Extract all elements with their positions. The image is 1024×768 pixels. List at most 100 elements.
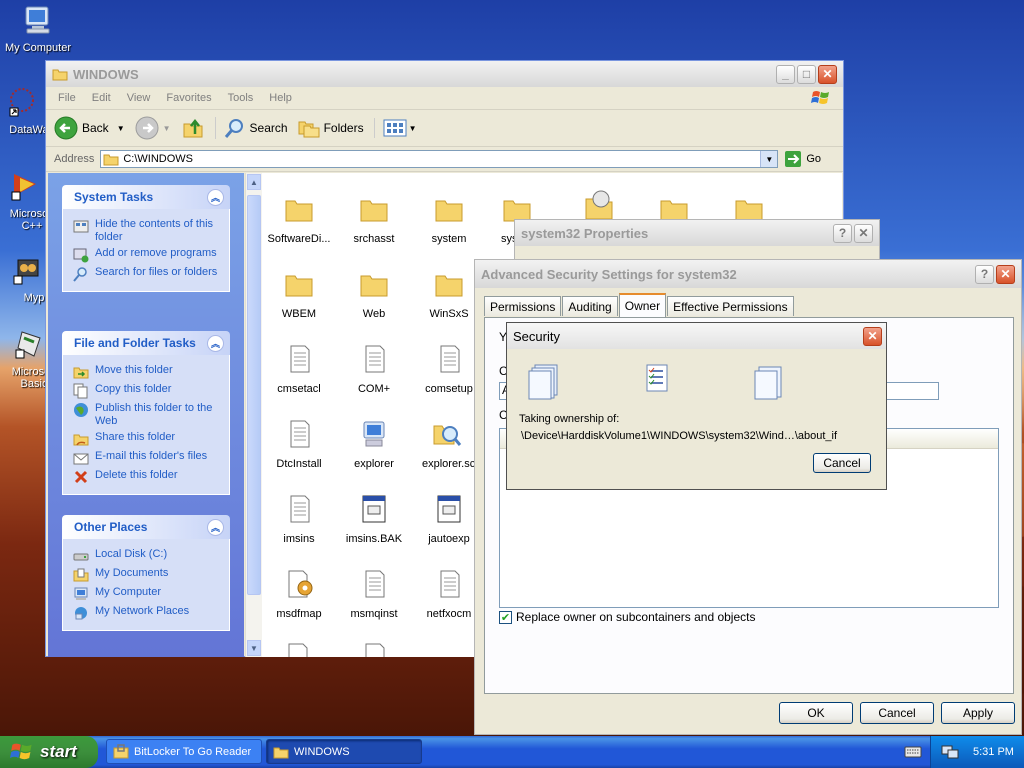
help-button[interactable]: ? [833,223,852,243]
place-local-disk[interactable]: Local Disk (C:) [73,548,219,564]
task-move-folder[interactable]: Move this folder [73,364,219,380]
task-publish-folder[interactable]: Publish this folder to the Web [73,402,219,428]
back-button[interactable]: Back ▼ [54,116,125,140]
task-email-files[interactable]: E-mail this folder's files [73,450,219,466]
add-remove-programs-icon [73,248,89,263]
file-item[interactable]: cmsetacl [262,343,336,395]
menu-view[interactable]: View [119,92,159,104]
menu-favorites[interactable]: Favorites [158,92,219,104]
address-input[interactable]: C:\WINDOWS ▼ [100,150,779,168]
folder-icon [285,275,313,297]
tab-owner[interactable]: Owner [618,293,667,317]
place-my-computer[interactable]: My Computer [73,586,219,602]
text-file-icon [290,420,310,448]
views-button[interactable]: ▼ [373,118,417,138]
file-item[interactable] [262,641,336,657]
file-item[interactable]: WBEM [262,268,336,320]
file-item[interactable]: Web [337,268,411,320]
task-hide-contents[interactable]: Hide the contents of this folder [73,218,219,244]
file-item[interactable]: msdfmap [262,568,336,620]
maximize-button[interactable]: □ [797,64,816,84]
file-item[interactable] [337,641,411,657]
permissions-list-icon [646,364,668,392]
close-button[interactable]: ✕ [818,64,837,84]
replace-owner-checkbox-row[interactable]: ✔ Replace owner on subcontainers and obj… [499,610,755,624]
task-delete-folder[interactable]: Delete this folder [73,469,219,485]
file-item[interactable]: DtcInstall [262,418,336,470]
folders-button[interactable]: Folders [298,118,364,138]
search-icon [224,119,243,138]
file-item[interactable]: imsins.BAK [337,493,411,545]
menu-help[interactable]: Help [261,92,300,104]
tab-permissions[interactable]: Permissions [484,296,562,316]
system-tasks-header[interactable]: System Tasks ︽ [62,185,230,209]
taskbar-item-windows[interactable]: WINDOWS [266,739,422,764]
menu-tools[interactable]: Tools [220,92,262,104]
advanced-security-titlebar[interactable]: Advanced Security Settings for system32 … [475,260,1021,288]
file-item[interactable]: msmqinst [337,568,411,620]
keyboard-icon[interactable] [904,745,922,759]
close-button[interactable]: ✕ [854,223,873,243]
security-titlebar[interactable]: Security ✕ [507,323,886,349]
forward-button[interactable]: ▼ [135,116,171,140]
my-computer-icon [74,587,88,600]
file-item[interactable]: system [412,193,486,245]
task-search-files[interactable]: Search for files or folders [73,266,219,282]
my-computer-icon [25,6,50,34]
security-dialog-body: Taking ownership of: \Device\HarddiskVol… [507,349,886,489]
ok-button[interactable]: OK [779,702,853,724]
folder-icon [435,275,463,297]
task-copy-folder[interactable]: Copy this folder [73,383,219,399]
security-dialog[interactable]: Security ✕ Taking ownership of: \Device\… [506,322,887,490]
menu-file[interactable]: File [50,92,84,104]
cancel-button[interactable]: Cancel [860,702,934,724]
file-item[interactable]: srchasst [337,193,411,245]
start-button[interactable]: start [0,736,98,768]
forward-dropdown-icon[interactable]: ▼ [163,124,171,133]
close-button[interactable]: ✕ [996,264,1015,284]
file-item[interactable]: imsins [262,493,336,545]
scrollbar-thumb[interactable] [247,195,261,595]
collapse-chevron-icon[interactable]: ︽ [207,518,224,536]
help-button[interactable]: ? [975,264,994,284]
apply-button[interactable]: Apply [941,702,1015,724]
properties-titlebar[interactable]: system32 Properties ? ✕ [515,220,879,246]
minimize-button[interactable]: _ [776,64,795,84]
network-icon[interactable] [941,744,959,760]
taskbar-item-bitlocker[interactable]: BitLocker To Go Reader [106,739,262,764]
clock[interactable]: 5:31 PM [973,746,1014,758]
tab-effective-permissions[interactable]: Effective Permissions [667,296,794,316]
scroll-down-button[interactable]: ▼ [247,640,261,656]
other-places-header[interactable]: Other Places ︽ [62,515,230,539]
task-share-folder[interactable]: Share this folder [73,431,219,447]
search-button[interactable]: Search [214,117,288,139]
place-my-network[interactable]: My Network Places [73,605,219,621]
place-my-documents[interactable]: My Documents [73,567,219,583]
scroll-up-button[interactable]: ▲ [247,174,261,190]
folder-icon [52,69,68,81]
back-dropdown-icon[interactable]: ▼ [117,124,125,133]
task-pane: System Tasks ︽ Hide the contents of this… [48,173,244,657]
security-cancel-button[interactable]: Cancel [813,453,871,473]
collapse-chevron-icon[interactable]: ︽ [207,334,224,352]
text-file-icon [365,643,385,657]
task-add-remove-programs[interactable]: Add or remove programs [73,247,219,263]
desktop-icon-my-computer[interactable]: My Computer [0,4,78,54]
file-item[interactable]: COM+ [337,343,411,395]
replace-owner-checkbox[interactable]: ✔ [499,610,512,624]
other-places-panel: Other Places ︽ Local Disk (C:) My Docume… [62,515,230,631]
menu-edit[interactable]: Edit [84,92,119,104]
up-button[interactable] [181,116,205,140]
go-button[interactable]: Go [784,150,821,168]
task-pane-scrollbar[interactable]: ▲ ▼ [245,173,263,657]
collapse-chevron-icon[interactable]: ︽ [207,188,224,206]
views-dropdown-icon[interactable]: ▼ [409,124,417,133]
tab-auditing[interactable]: Auditing [562,296,618,316]
file-folder-tasks-header[interactable]: File and Folder Tasks ︽ [62,331,230,355]
file-item[interactable]: SoftwareDi... [262,193,336,245]
file-item[interactable]: explorer [337,418,411,470]
address-bar: Address C:\WINDOWS ▼ Go [46,147,843,172]
address-dropdown-button[interactable]: ▼ [760,151,778,167]
close-button[interactable]: ✕ [863,326,882,346]
explorer-titlebar[interactable]: WINDOWS _ □ ✕ [46,61,843,87]
